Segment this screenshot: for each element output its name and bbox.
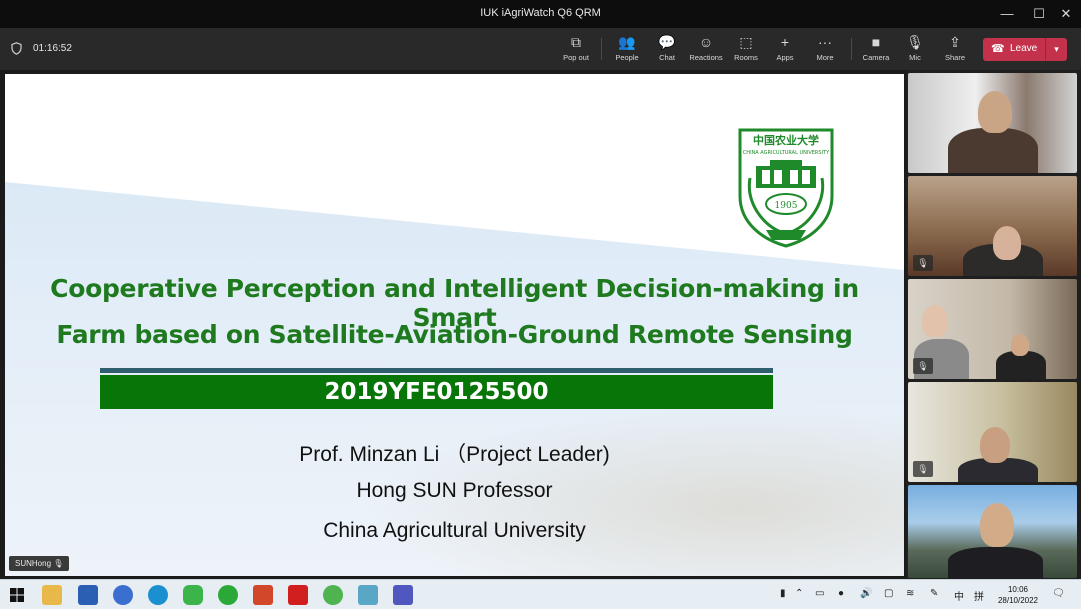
project-code-bar: 2019YFE0125500 [100,375,773,409]
leave-options-chevron-icon[interactable]: ▾ [1045,38,1067,61]
participant-face [1011,334,1029,356]
presenter-line-2: Hong SUN Professor [356,479,553,502]
wechat-tray-icon[interactable]: ● [838,588,844,599]
slide-title-line-2: Farm based on Satellite-Aviation-Ground … [56,320,853,349]
logo-chinese-text: 中国农业大学 [753,133,819,147]
notification-icon[interactable]: 🗨 [1052,588,1065,599]
volume-icon[interactable]: 🔊 [860,588,872,599]
file-explorer-icon[interactable] [42,585,62,605]
leave-button[interactable]: ☎ Leave ▾ [983,38,1067,61]
slide-divider-rule [100,368,773,373]
participant-body [948,128,1038,173]
shield-icon [11,42,22,55]
windows-start-icon[interactable] [10,588,24,602]
logo-year: 1905 [775,201,798,211]
participant-face [978,91,1012,133]
mic-button[interactable]: 🎙 Mic [894,33,936,67]
window-title: IUK iAgriWatch Q6 QRM [480,7,601,19]
rooms-button[interactable]: ⬚ Rooms [725,33,767,67]
participant-video-tile[interactable]: 🎙 [908,279,1077,379]
ime-mode-indicator[interactable]: 拼 [974,588,984,603]
mic-muted-icon: 🎙 [913,461,933,477]
display-icon[interactable]: ▢ [884,588,893,599]
mic-muted-icon: 🎙 [913,358,933,374]
participant-face [993,226,1021,260]
presenter-line-3: China Agricultural University [323,519,586,542]
presentation-slide: 中国农业大学 CHINA AGRICULTURAL UNIVERSITY 190… [5,74,904,576]
presenter-line-1: Prof. Minzan Li （Project Leader) [299,443,610,466]
teams-icon[interactable] [393,585,413,605]
windows-taskbar: ▮ ⌃ ▭ ● 🔊 ▢ ≋ ✎ 中 拼 10:06 28/10/2022 🗨 [0,579,1081,609]
battery-icon[interactable]: ▮ [780,588,786,599]
close-button[interactable]: ✕ [1049,2,1081,26]
taskbar-clock[interactable]: 10:06 28/10/2022 [996,584,1040,606]
window-title-bar: IUK iAgriWatch Q6 QRM — ☐ ✕ [0,0,1081,28]
ie-icon[interactable] [323,585,343,605]
mic-icon: 🎙 [906,34,924,50]
chat-button[interactable]: 💬 Chat [646,33,688,67]
ime-language-indicator[interactable]: 中 [954,588,964,603]
camera-icon: ■ [871,34,881,50]
edge-icon[interactable] [148,585,168,605]
meeting-toolbar: 01:16:52 ⧉ Pop out 👥 People 💬 Chat ☺ Rea… [0,28,1081,70]
apps-button[interactable]: + Apps [764,33,806,67]
camera-button[interactable]: ■ Camera [855,33,897,67]
acrobat-icon[interactable] [288,585,308,605]
tray-app-icon[interactable]: ▭ [815,588,824,599]
phone-hangup-icon: ☎ [991,43,1005,55]
mic-off-icon: 🎙 [53,559,64,568]
reactions-icon: ☺ [698,34,714,50]
toolbar-divider [851,38,852,60]
more-icon: ··· [818,34,832,50]
apps-icon: + [780,34,790,50]
more-button[interactable]: ··· More [804,33,846,67]
pop-out-button[interactable]: ⧉ Pop out [555,33,597,67]
toolbar-divider [601,38,602,60]
participant-face [980,427,1010,463]
minimize-button[interactable]: — [990,2,1024,26]
participant-video-tile[interactable] [908,73,1077,173]
browser-icon[interactable] [113,585,133,605]
powerpoint-icon[interactable] [253,585,273,605]
share-button[interactable]: ⇪ Share [934,33,976,67]
chat-icon: 💬 [658,34,676,50]
presenter-name-chip: SUNHong 🎙 [9,556,70,571]
university-logo: 中国农业大学 CHINA AGRICULTURAL UNIVERSITY 190… [738,128,834,248]
word-icon[interactable] [78,585,98,605]
logo-english-text: CHINA AGRICULTURAL UNIVERSITY [743,150,830,156]
reactions-button[interactable]: ☺ Reactions [685,33,727,67]
participant-face [922,305,948,337]
chevron-up-icon[interactable]: ⌃ [795,588,803,599]
wechat-work-icon[interactable] [218,585,238,605]
pen-icon[interactable]: ✎ [930,588,938,599]
people-button[interactable]: 👥 People [606,33,648,67]
participant-face [980,503,1014,547]
rooms-icon: ⬚ [739,34,753,50]
mic-muted-icon: 🎙 [913,255,933,271]
wechat-icon[interactable] [183,585,203,605]
people-icon: 👥 [618,34,636,50]
participant-body [948,547,1043,578]
pop-out-icon: ⧉ [571,34,581,50]
participant-video-tile[interactable]: 🎙 [908,176,1077,276]
share-icon: ⇪ [949,34,961,50]
wifi-icon[interactable]: ≋ [906,588,914,599]
meeting-timer: 01:16:52 [33,43,72,54]
app-icon[interactable] [358,585,378,605]
participant-video-tile[interactable]: 🎙 [908,382,1077,482]
participant-video-tile[interactable] [908,485,1077,578]
shared-screen-area: 中国农业大学 CHINA AGRICULTURAL UNIVERSITY 190… [0,70,906,578]
